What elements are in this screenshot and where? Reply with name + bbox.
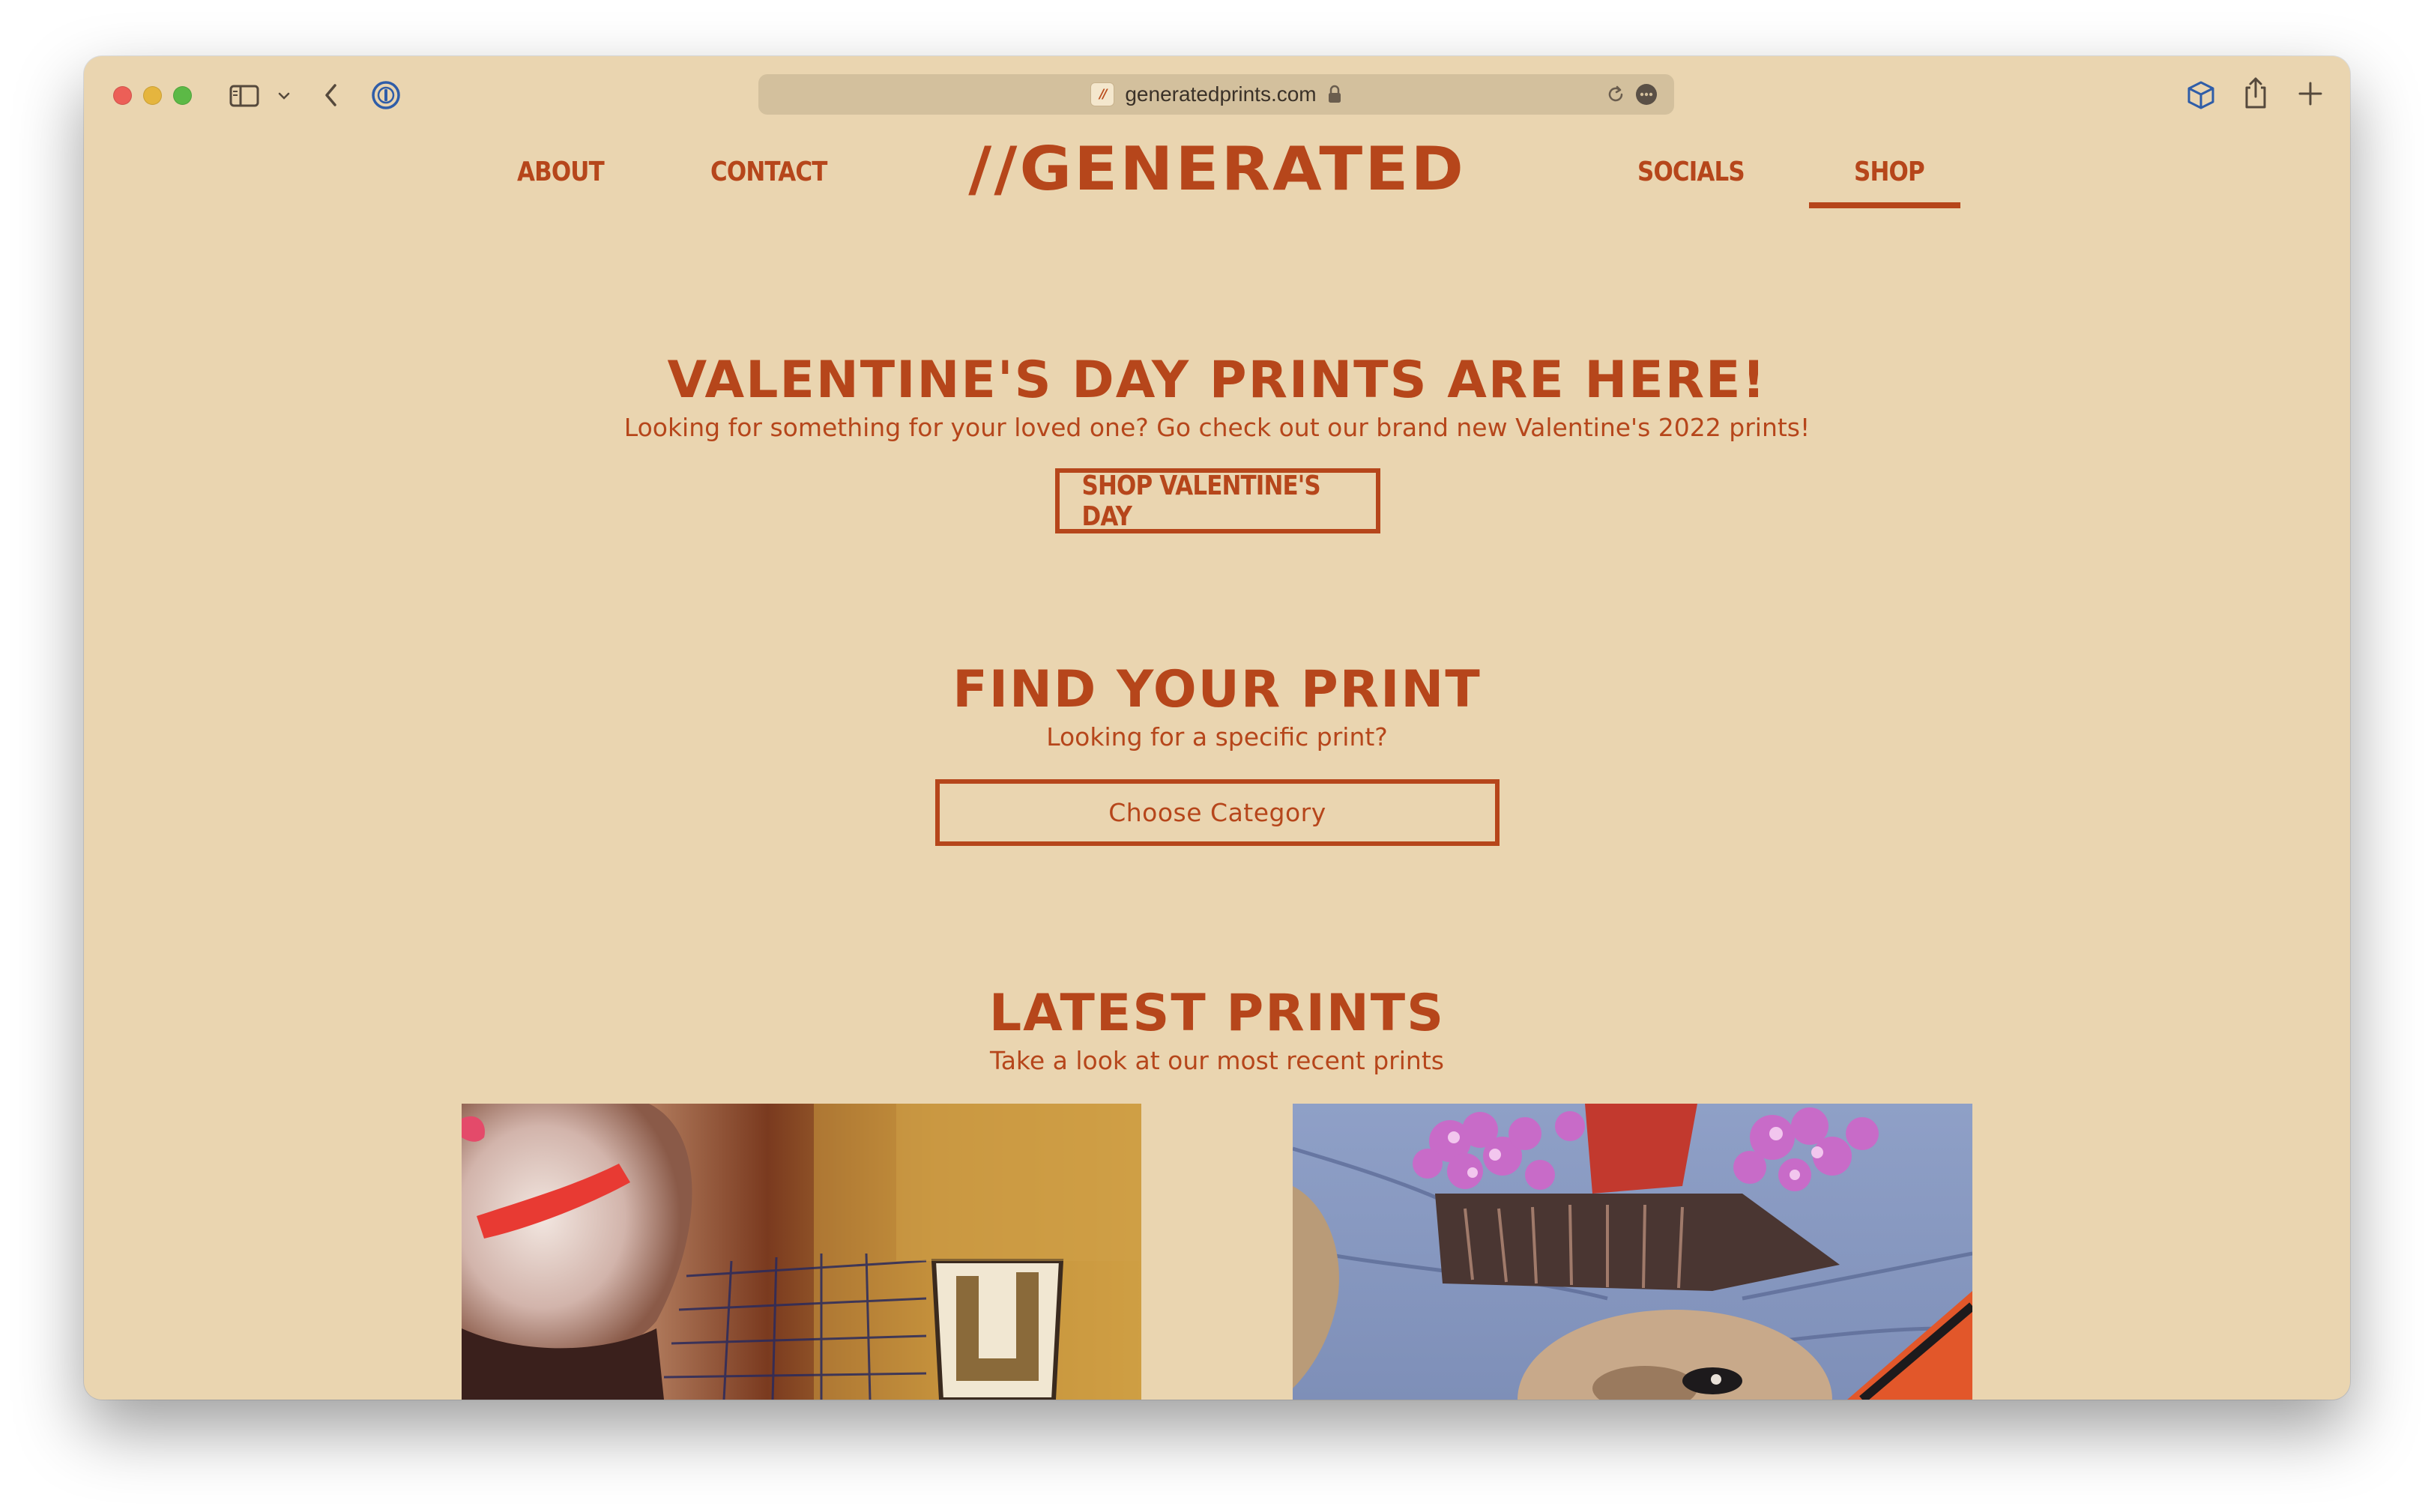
site-favicon-icon: // bbox=[1090, 82, 1115, 106]
minimize-window-button[interactable] bbox=[143, 86, 162, 105]
chevron-down-icon[interactable] bbox=[277, 91, 291, 100]
address-bar[interactable]: // generatedprints.com bbox=[758, 74, 1674, 115]
shop-valentines-day-label: SHOP VALENTINE'S DAY bbox=[1081, 470, 1321, 532]
latest-print-image-2[interactable] bbox=[1293, 1104, 1972, 1400]
valentine-section: VALENTINE'S DAY PRINTS ARE HERE! Looking… bbox=[84, 352, 2350, 443]
more-icon[interactable] bbox=[1635, 83, 1658, 106]
valentine-heading: VALENTINE'S DAY PRINTS ARE HERE! bbox=[667, 351, 1767, 410]
valentine-text: Looking for something for your loved one… bbox=[623, 413, 1811, 442]
site-logo[interactable]: //GENERATED bbox=[84, 138, 2350, 201]
sidebar-icon[interactable] bbox=[229, 85, 259, 107]
choose-category-value: Choose Category bbox=[1108, 798, 1326, 827]
url-text: generatedprints.com bbox=[1125, 82, 1317, 106]
shop-valentines-day-button[interactable]: SHOP VALENTINE'S DAY bbox=[1055, 468, 1380, 533]
latest-prints-heading: LATEST PRINTS bbox=[988, 984, 1446, 1043]
close-window-button[interactable] bbox=[113, 86, 132, 105]
lock-icon bbox=[1328, 85, 1341, 103]
reload-icon[interactable] bbox=[1605, 84, 1626, 105]
nav-socials-link[interactable]: SOCIALS bbox=[1637, 157, 1745, 187]
choose-category-select[interactable]: Choose Category bbox=[935, 779, 1500, 846]
nav-shop-link[interactable]: SHOP bbox=[1854, 157, 1925, 187]
find-print-heading: FIND YOUR PRINT bbox=[952, 660, 1482, 719]
latest-prints-section: LATEST PRINTS Take a look at our most re… bbox=[84, 985, 2350, 1076]
address-bar-content: // generatedprints.com bbox=[758, 74, 1674, 115]
share-icon[interactable] bbox=[2241, 76, 2271, 110]
find-print-text: Looking for a specific print? bbox=[1046, 722, 1388, 752]
zoom-window-button[interactable] bbox=[173, 86, 192, 105]
site-logo-text: //GENERATED bbox=[968, 134, 1466, 204]
find-print-section: FIND YOUR PRINT Looking for a specific p… bbox=[84, 662, 2350, 752]
browser-toolbar: // generatedprints.com bbox=[84, 56, 2350, 134]
active-nav-indicator bbox=[1809, 202, 1960, 208]
back-icon[interactable] bbox=[322, 82, 340, 109]
cube-icon[interactable] bbox=[2184, 79, 2217, 112]
plus-icon[interactable] bbox=[2297, 80, 2324, 107]
browser-window: // generatedprints.com ABOUT CONTACT //G… bbox=[84, 56, 2350, 1400]
password-manager-icon[interactable] bbox=[371, 80, 401, 110]
latest-print-image-1[interactable] bbox=[462, 1104, 1141, 1400]
latest-prints-text: Take a look at our most recent prints bbox=[990, 1046, 1444, 1075]
